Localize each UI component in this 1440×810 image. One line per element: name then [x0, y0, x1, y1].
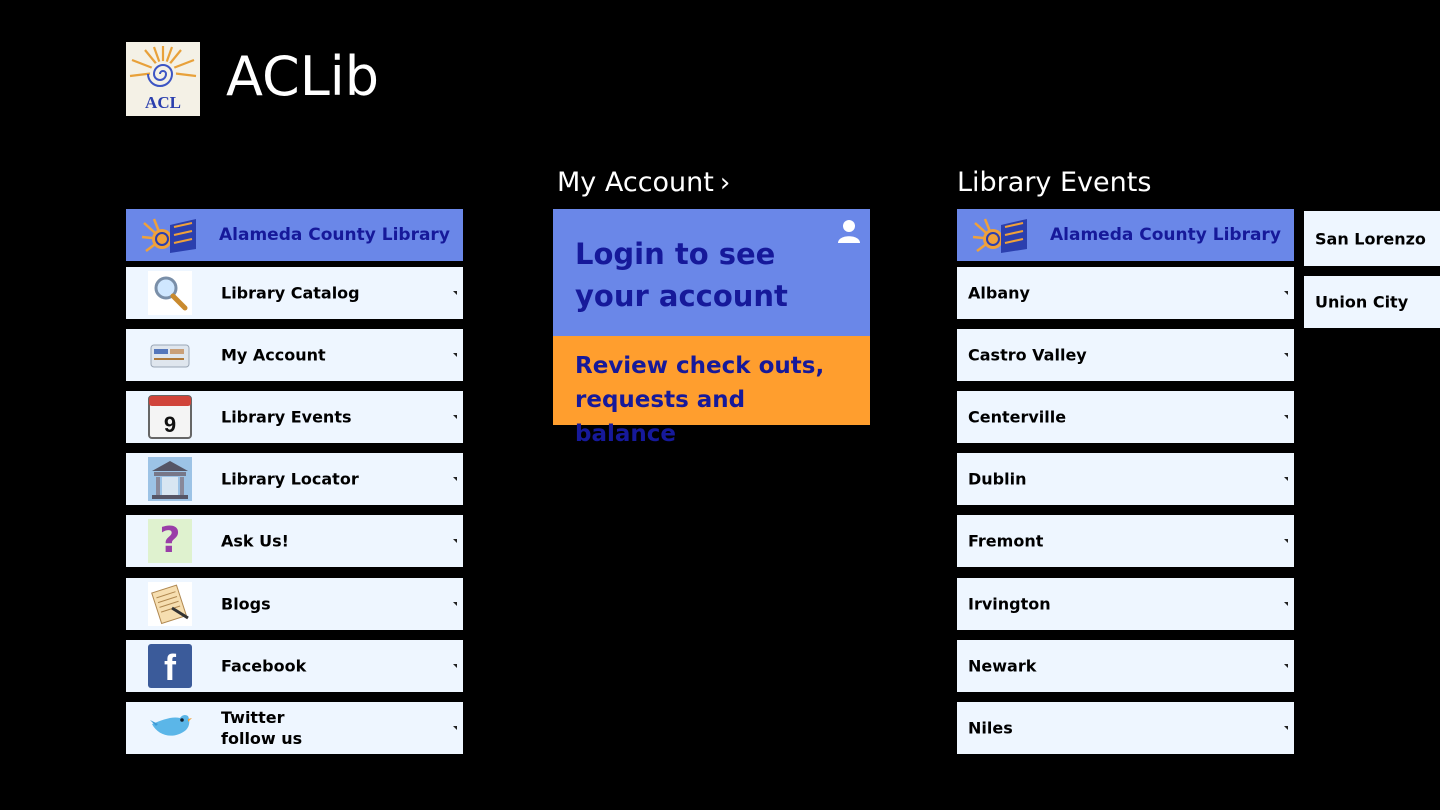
- branch-tile-albany[interactable]: Albany: [957, 267, 1294, 319]
- twitter-bird-icon: [148, 706, 192, 750]
- corner-indicator-icon: [1284, 726, 1288, 730]
- branch-tile-centerville[interactable]: Centerville: [957, 391, 1294, 443]
- review-text: Review check outs, requests and balance: [575, 353, 825, 447]
- alameda-county-library-tile[interactable]: Alameda County Library: [126, 209, 463, 261]
- app-logo: ACL: [126, 42, 200, 116]
- corner-indicator-icon: [1284, 291, 1288, 295]
- corner-indicator-icon: [453, 726, 457, 730]
- svg-text:ACL: ACL: [145, 93, 181, 112]
- tile-label: My Account: [221, 345, 326, 365]
- corner-indicator-icon: [453, 477, 457, 481]
- corner-indicator-icon: [1284, 477, 1288, 481]
- branch-tile-union-city[interactable]: Union City: [1304, 276, 1440, 328]
- corner-indicator-icon: [453, 415, 457, 419]
- heading-label: My Account: [557, 167, 714, 198]
- branch-tile-fremont[interactable]: Fremont: [957, 515, 1294, 567]
- ask-us-tile[interactable]: ? Ask Us!: [126, 515, 463, 567]
- tile-label: Library Catalog: [221, 283, 360, 303]
- library-events-heading: Library Events: [957, 167, 1152, 198]
- svg-text:9: 9: [164, 412, 176, 437]
- blogs-tile[interactable]: Blogs: [126, 578, 463, 630]
- corner-indicator-icon: [453, 291, 457, 295]
- review-account-tile[interactable]: Review check outs, requests and balance: [553, 336, 870, 447]
- my-account-tile[interactable]: My Account: [126, 329, 463, 381]
- branch-tile-irvington[interactable]: Irvington: [957, 578, 1294, 630]
- tile-label: Ask Us!: [221, 531, 289, 551]
- corner-indicator-icon: [1284, 415, 1288, 419]
- twitter-label: Twitter: [221, 708, 285, 727]
- branch-label: Fremont: [968, 531, 1044, 551]
- acl-logo-icon: [140, 215, 198, 255]
- corner-indicator-icon: [453, 664, 457, 668]
- branch-tile-san-lorenzo[interactable]: San Lorenzo: [1304, 211, 1440, 266]
- twitter-sublabel: follow us: [221, 729, 303, 748]
- app-title: ACLib: [226, 45, 380, 108]
- magnifier-icon: [148, 271, 192, 315]
- person-icon: [838, 219, 860, 243]
- corner-indicator-icon: [453, 602, 457, 606]
- library-locator-tile[interactable]: Library Locator: [126, 453, 463, 505]
- branch-tile-dublin[interactable]: Dublin: [957, 453, 1294, 505]
- notepad-icon: [148, 582, 192, 626]
- acl-logo-icon: [971, 215, 1029, 255]
- branch-tile-newark[interactable]: Newark: [957, 640, 1294, 692]
- branch-label: San Lorenzo: [1315, 229, 1426, 248]
- branch-label: Albany: [968, 283, 1030, 303]
- calendar-icon: 9: [148, 395, 192, 439]
- branch-label: Newark: [968, 656, 1037, 676]
- branch-tile-niles[interactable]: Niles: [957, 702, 1294, 754]
- branch-label: Castro Valley: [968, 345, 1087, 365]
- chevron-right-icon: ›: [719, 168, 731, 198]
- library-card-icon: [148, 333, 192, 377]
- building-icon: [148, 457, 192, 501]
- branch-tile-castro-valley[interactable]: Castro Valley: [957, 329, 1294, 381]
- corner-indicator-icon: [453, 539, 457, 543]
- tile-label: Library Locator: [221, 469, 359, 489]
- corner-indicator-icon: [1284, 664, 1288, 668]
- twitter-tile[interactable]: Twitter follow us: [126, 702, 463, 754]
- corner-indicator-icon: [1284, 602, 1288, 606]
- tile-label: Facebook: [221, 656, 307, 676]
- library-catalog-tile[interactable]: Library Catalog: [126, 267, 463, 319]
- login-tile[interactable]: Login to see your account: [553, 209, 870, 336]
- tile-label: Alameda County Library: [219, 225, 450, 245]
- corner-indicator-icon: [1284, 353, 1288, 357]
- question-icon: ?: [148, 519, 192, 563]
- tile-label: Library Events: [221, 407, 352, 427]
- tile-label: Twitter follow us: [221, 707, 302, 749]
- tile-label: Blogs: [221, 594, 271, 614]
- facebook-icon: f: [148, 644, 192, 688]
- branch-label: Niles: [968, 718, 1013, 738]
- branch-label: Irvington: [968, 594, 1051, 614]
- branch-label: Union City: [1315, 292, 1409, 312]
- my-account-heading[interactable]: My Account ›: [557, 169, 730, 196]
- login-text: Login to see your account: [575, 237, 788, 313]
- corner-indicator-icon: [453, 353, 457, 357]
- tile-label: Alameda County Library: [1050, 225, 1281, 245]
- facebook-tile[interactable]: f Facebook: [126, 640, 463, 692]
- branch-label: Centerville: [968, 407, 1067, 427]
- library-events-tile[interactable]: 9 Library Events: [126, 391, 463, 443]
- corner-indicator-icon: [1284, 539, 1288, 543]
- branch-label: Dublin: [968, 469, 1027, 489]
- events-alameda-county-library-tile[interactable]: Alameda County Library: [957, 209, 1294, 261]
